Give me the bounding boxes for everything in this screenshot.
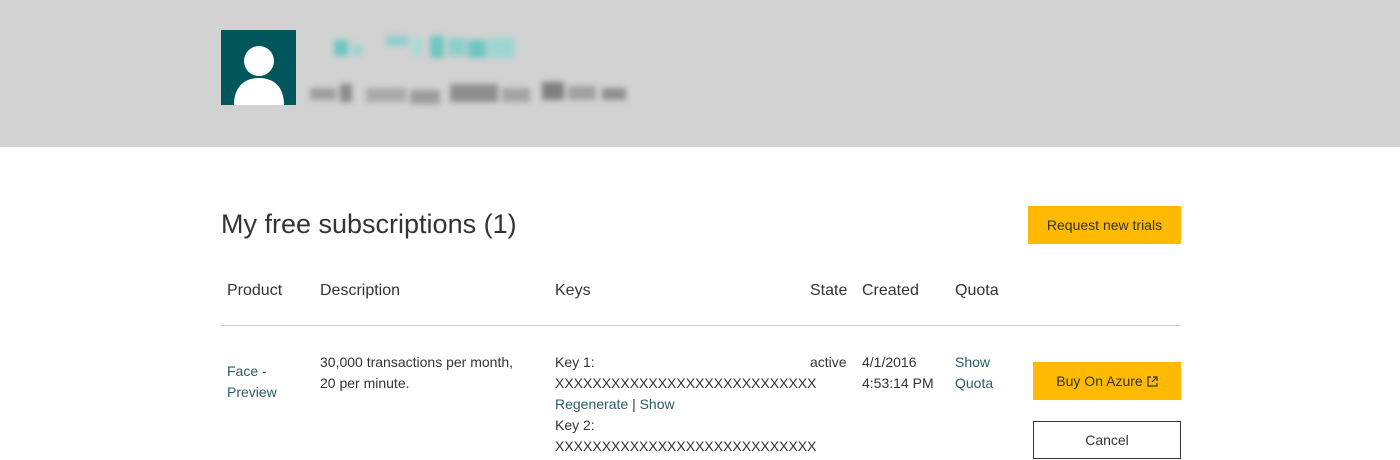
show-quota-line1[interactable]: Show — [955, 352, 993, 373]
column-header-created: Created — [862, 282, 919, 299]
column-header-state: State — [810, 282, 848, 299]
product-link-line1[interactable]: Face - — [227, 361, 277, 382]
column-header-product: Product — [227, 282, 283, 299]
action-separator: | — [632, 396, 636, 412]
external-link-icon — [1147, 376, 1158, 387]
show-quota-link[interactable]: Show Quota — [955, 352, 993, 394]
user-avatar-icon — [221, 30, 296, 105]
state-value: active — [810, 354, 847, 370]
column-header-description: Description — [320, 282, 401, 299]
regenerate-key-link[interactable]: Regenerate — [555, 396, 628, 412]
created-date: 4/1/2016 — [862, 354, 917, 370]
buy-on-azure-button[interactable]: Buy On Azure — [1033, 362, 1181, 400]
key2-value: XXXXXXXXXXXXXXXXXXXXXXXXXXXX — [555, 438, 817, 454]
created-time: 4:53:14 PM — [862, 375, 934, 391]
column-header-keys: Keys — [555, 282, 591, 299]
key1-label: Key 1: — [555, 354, 595, 370]
description-line2: 20 per minute. — [320, 375, 410, 391]
show-quota-line2[interactable]: Quota — [955, 373, 993, 394]
profile-header — [0, 0, 1400, 147]
product-link[interactable]: Face - Preview — [227, 361, 277, 403]
redacted-user-email — [310, 78, 630, 108]
key1-value: XXXXXXXXXXXXXXXXXXXXXXXXXXXX — [555, 375, 817, 391]
request-new-trials-button[interactable]: Request new trials — [1028, 206, 1181, 244]
description-cell: 30,000 transactions per month, 20 per mi… — [320, 352, 513, 394]
page-title: My free subscriptions (1) — [221, 209, 517, 239]
table-header-divider — [221, 325, 1181, 326]
created-cell: 4/1/2016 4:53:14 PM — [862, 352, 934, 394]
keys-cell: Key 1: XXXXXXXXXXXXXXXXXXXXXXXXXXXX Rege… — [555, 352, 816, 457]
product-link-line2[interactable]: Preview — [227, 382, 277, 403]
redacted-user-name — [328, 32, 518, 62]
column-header-quota: Quota — [955, 282, 999, 299]
description-line1: 30,000 transactions per month, — [320, 354, 514, 370]
key1-actions: Regenerate | Show — [555, 394, 816, 415]
key2-label: Key 2: — [555, 417, 595, 433]
buy-on-azure-label: Buy On Azure — [1056, 373, 1143, 389]
show-key-link[interactable]: Show — [640, 396, 675, 412]
cancel-subscription-button[interactable]: Cancel — [1033, 421, 1181, 459]
